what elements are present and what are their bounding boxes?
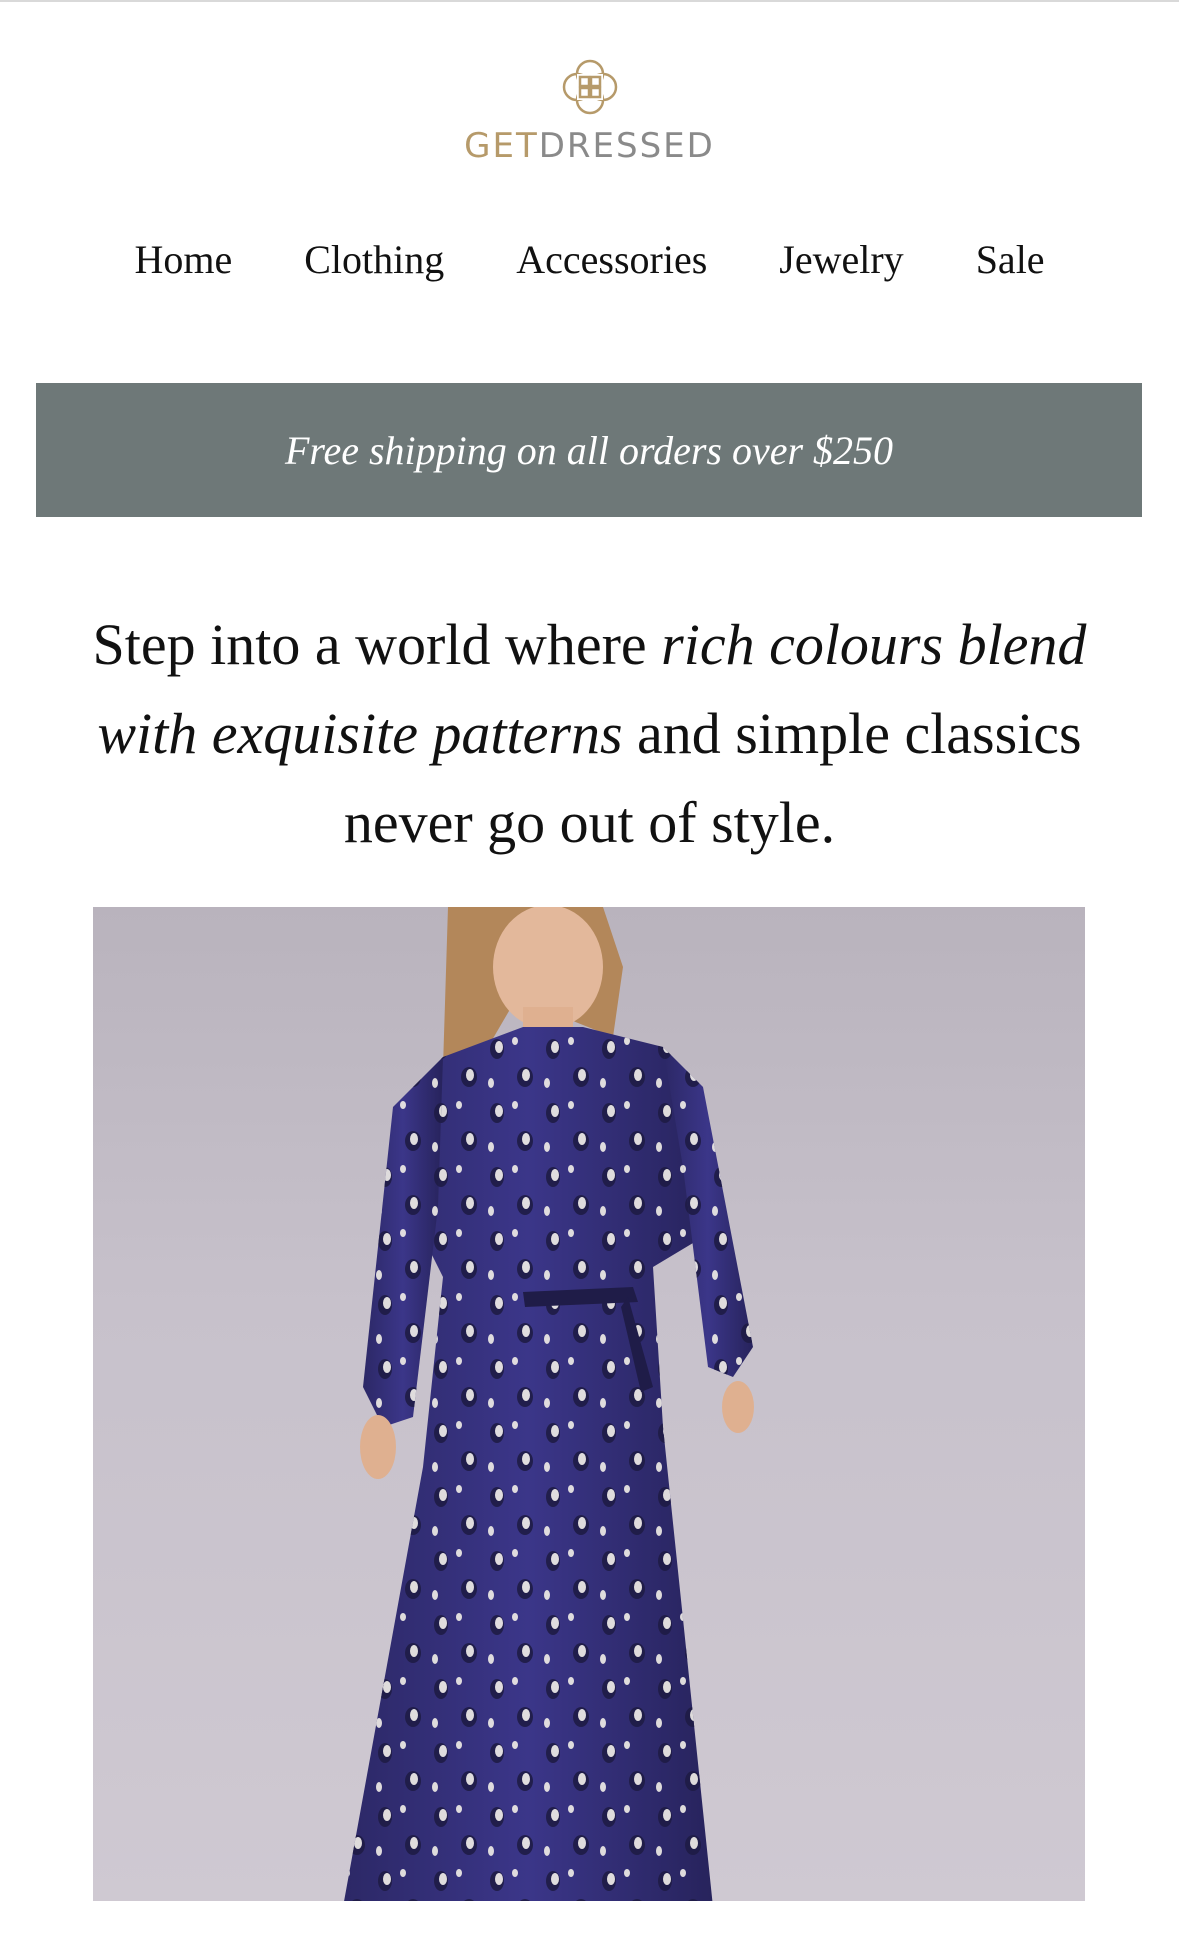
quatrefoil-logo-icon — [562, 59, 617, 115]
hero-image[interactable] — [93, 907, 1085, 1901]
model-in-navy-leopard-print-dress-image — [344, 907, 754, 1901]
shipping-banner: Free shipping on all orders over $250 — [36, 383, 1142, 517]
headline-part1: Step into a world where — [92, 612, 662, 677]
nav-item-home[interactable]: Home — [134, 232, 232, 288]
brand-name-part1: GET — [464, 126, 539, 166]
nav-item-sale[interactable]: Sale — [976, 232, 1045, 288]
brand-logo[interactable]: GETDRESSED — [0, 52, 1179, 164]
top-divider — [0, 0, 1179, 2]
nav-item-jewelry[interactable]: Jewelry — [779, 232, 903, 288]
main-navigation: Home Clothing Accessories Jewelry Sale — [0, 232, 1179, 288]
shipping-banner-text: Free shipping on all orders over $250 — [284, 427, 894, 473]
brand-wordmark: GETDRESSED — [0, 128, 1179, 164]
hero-headline: Step into a world where rich colours ble… — [60, 600, 1119, 867]
nav-item-accessories[interactable]: Accessories — [516, 232, 707, 288]
nav-item-clothing[interactable]: Clothing — [304, 232, 444, 288]
brand-name-part2: DRESSED — [538, 126, 715, 166]
